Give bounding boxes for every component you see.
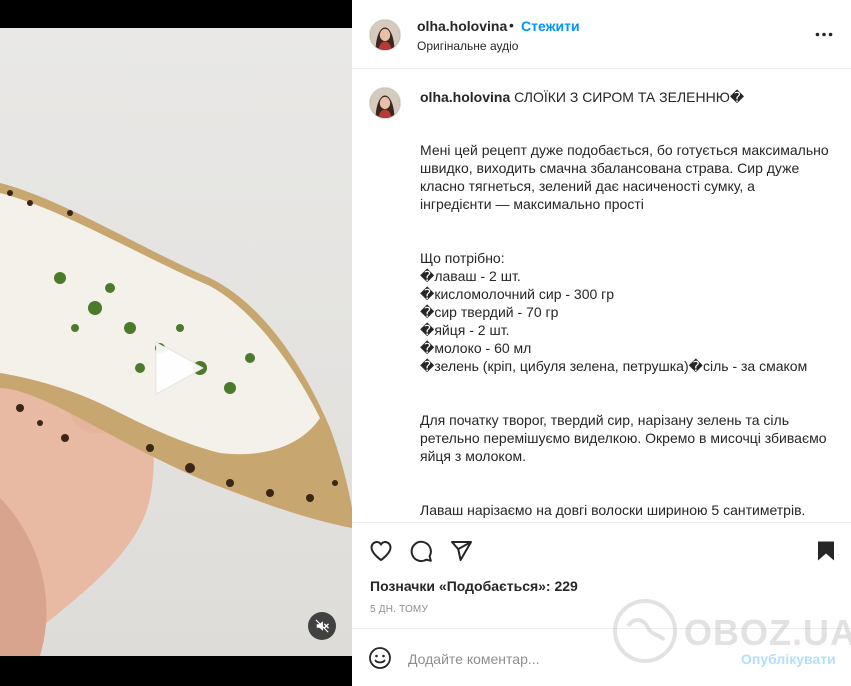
author-avatar[interactable] bbox=[369, 19, 401, 51]
caption-paragraph: Мені цей рецепт дуже подобається, бо гот… bbox=[420, 142, 829, 212]
caption-paragraph: Лаваш нарізаємо на довгі волоски шириною… bbox=[420, 502, 824, 522]
video-frame[interactable] bbox=[0, 28, 352, 656]
emoji-icon bbox=[369, 647, 391, 669]
caption-title: СЛОЇКИ З СИРОМ ТА ЗЕЛЕННЮ� bbox=[514, 89, 745, 105]
share-button[interactable] bbox=[449, 539, 473, 563]
post-header: olha.holovina • Стежити Оригінальне ауді… bbox=[352, 0, 851, 69]
play-button[interactable] bbox=[146, 336, 210, 400]
speaker-muted-icon bbox=[315, 619, 329, 633]
bookmark-icon bbox=[818, 541, 834, 561]
post-comment-button[interactable]: Опублікувати bbox=[741, 651, 836, 667]
follow-button[interactable]: Стежити bbox=[521, 18, 580, 34]
author-username[interactable]: olha.holovina bbox=[417, 18, 507, 34]
video-panel[interactable] bbox=[0, 0, 352, 686]
more-options-button[interactable] bbox=[813, 24, 835, 44]
comment-bar: Опублікувати bbox=[352, 628, 851, 686]
post-timestamp: 5 ДН. ТОМУ bbox=[370, 604, 429, 615]
post-panel: olha.holovina • Стежити Оригінальне ауді… bbox=[352, 0, 851, 686]
caption-scroll-area[interactable]: olha.holovina СЛОЇКИ З СИРОМ ТА ЗЕЛЕННЮ�… bbox=[352, 70, 851, 522]
more-horizontal-icon bbox=[815, 32, 833, 36]
heart-icon bbox=[370, 541, 392, 561]
caption-paragraph: Для початку творог, твердий сир, нарізан… bbox=[420, 412, 827, 464]
save-button[interactable] bbox=[814, 539, 838, 563]
caption-avatar-image bbox=[370, 88, 400, 118]
play-icon bbox=[155, 341, 205, 395]
caption-ingredients: Що потрібно: �лаваш - 2 шт. �кисломолочн… bbox=[420, 250, 808, 374]
action-bar bbox=[352, 522, 851, 578]
caption-username[interactable]: olha.holovina bbox=[420, 89, 510, 105]
caption-body: Мені цей рецепт дуже подобається, бо гот… bbox=[420, 123, 830, 522]
share-icon bbox=[451, 541, 472, 561]
mute-button[interactable] bbox=[308, 612, 336, 640]
emoji-button[interactable] bbox=[368, 646, 392, 670]
separator-dot: • bbox=[509, 17, 514, 33]
original-audio-link[interactable]: Оригінальне аудіо bbox=[417, 39, 518, 53]
likes-count[interactable]: Позначки «Подобається»: 229 bbox=[370, 578, 578, 594]
author-avatar-image bbox=[370, 20, 400, 50]
caption-title-line: olha.holovina СЛОЇКИ З СИРОМ ТА ЗЕЛЕННЮ� bbox=[420, 89, 744, 106]
caption-author-avatar[interactable] bbox=[369, 87, 401, 119]
comment-button[interactable] bbox=[409, 539, 433, 563]
like-button[interactable] bbox=[369, 539, 393, 563]
comment-input[interactable] bbox=[408, 648, 728, 670]
comment-icon bbox=[410, 540, 432, 563]
